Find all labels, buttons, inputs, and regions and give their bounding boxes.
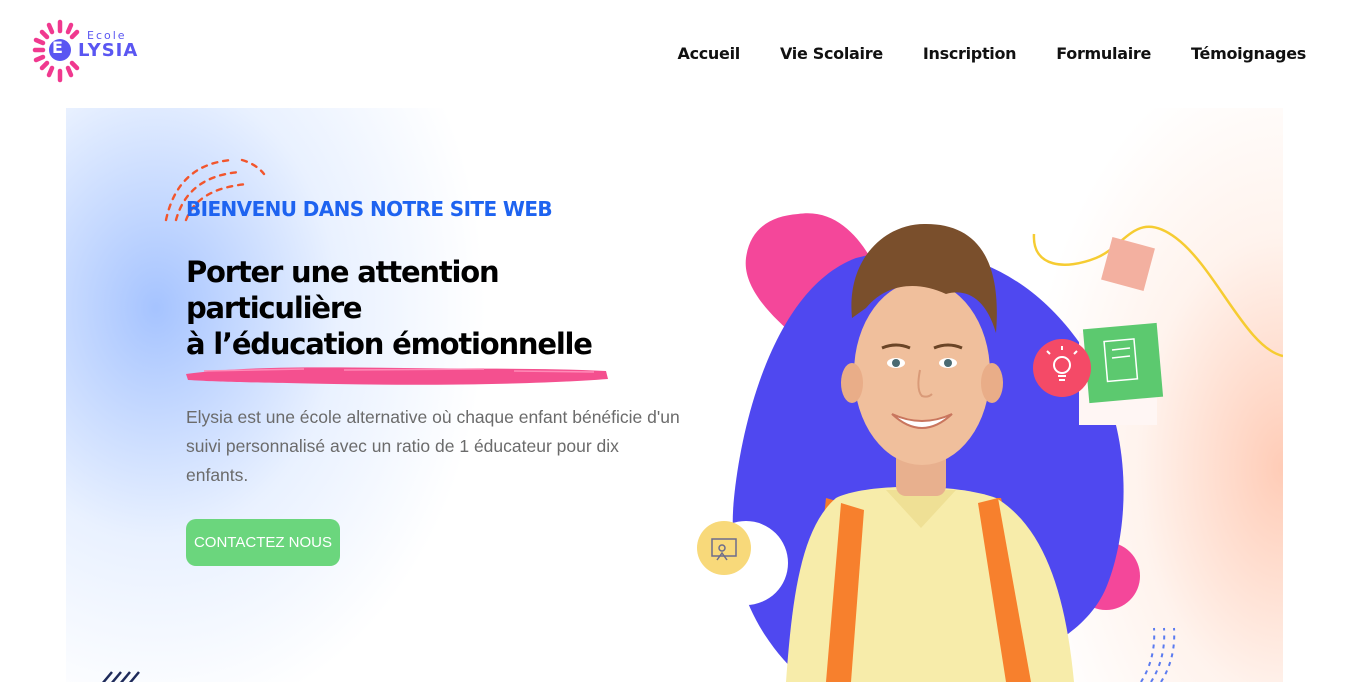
site-header: Ecole E LYSIA Accueil Vie Scolaire Inscr…	[0, 0, 1349, 108]
presentation-icon	[697, 521, 751, 575]
dashed-blue-decoration	[1140, 627, 1176, 682]
nav-inscription[interactable]: Inscription	[923, 44, 1017, 63]
nav-temoignages[interactable]: Témoignages	[1191, 44, 1306, 63]
nav-formulaire[interactable]: Formulaire	[1056, 44, 1151, 63]
logo-initial: E	[52, 38, 63, 57]
nav-accueil[interactable]: Accueil	[677, 44, 740, 63]
headline-line-2: particulière	[186, 291, 363, 325]
logo[interactable]: Ecole E LYSIA	[32, 18, 142, 84]
square-decoration	[1101, 237, 1155, 291]
main-nav: Accueil Vie Scolaire Inscription Formula…	[677, 44, 1306, 63]
stripes-decoration	[102, 671, 140, 682]
notebook-icon	[1082, 322, 1164, 404]
hero-description: Elysia est une école alternative où chaq…	[186, 407, 680, 485]
hero-illustration	[697, 213, 1283, 682]
brush-underline-decoration	[186, 367, 608, 385]
hero-section: BIENVENU DANS NOTRE SITE WEB Porter une …	[66, 108, 1283, 682]
contact-button[interactable]: CONTACTEZ NOUS	[186, 519, 340, 566]
nav-vie-scolaire[interactable]: Vie Scolaire	[780, 44, 883, 63]
hero-eyebrow: BIENVENU DANS NOTRE SITE WEB	[186, 197, 553, 221]
logo-wordmark: LYSIA	[78, 40, 139, 61]
headline-line-3: à l’éducation émotionnelle	[186, 327, 593, 361]
hero-headline: Porter une attention particulière à l’éd…	[186, 254, 656, 362]
headline-line-1: Porter une attention	[186, 255, 500, 289]
